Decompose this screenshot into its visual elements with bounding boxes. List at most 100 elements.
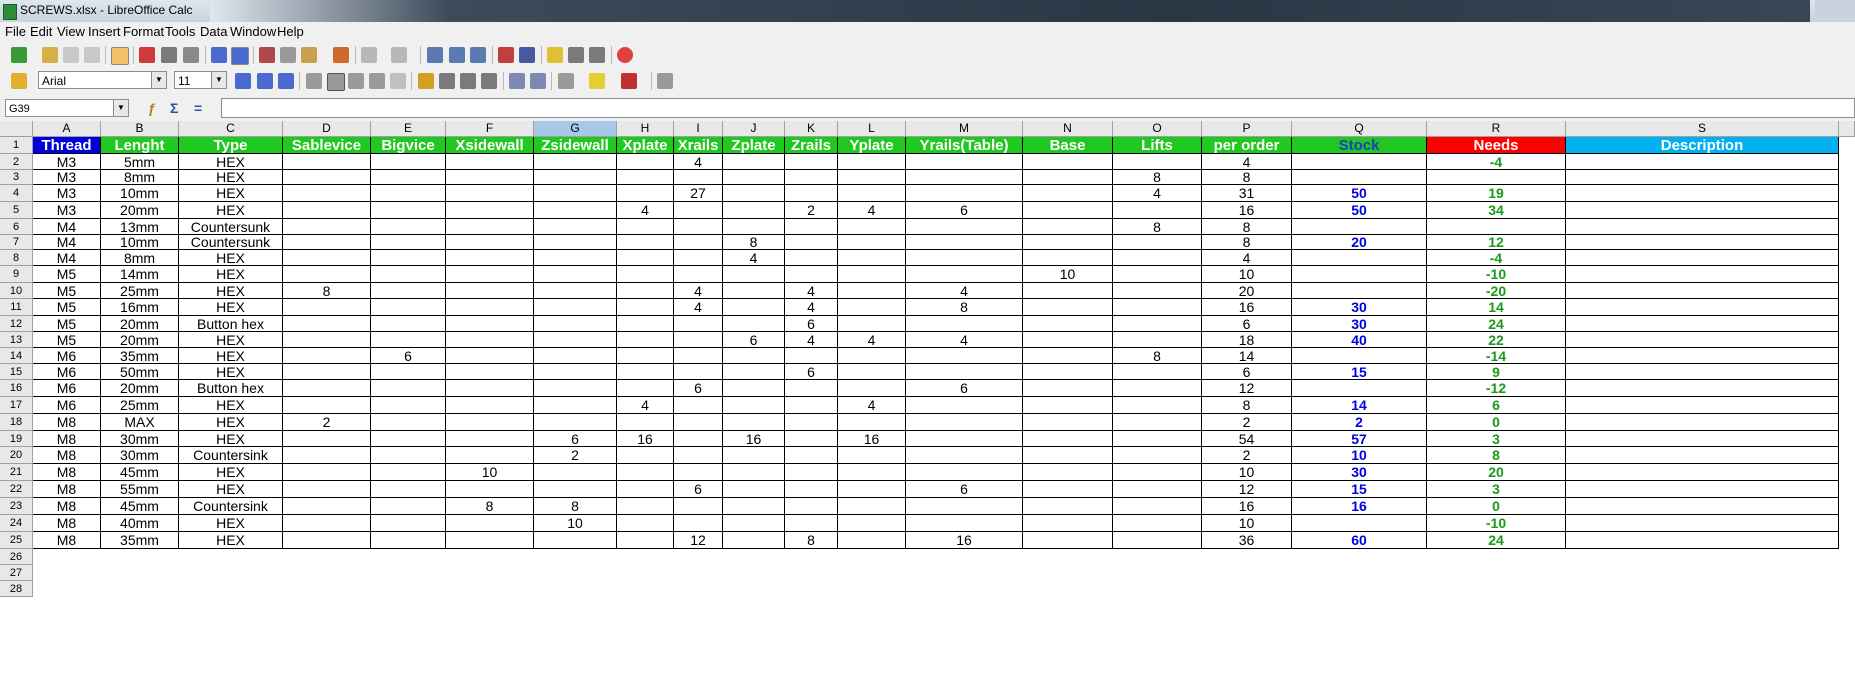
row-header-1[interactable]: 1 — [0, 137, 33, 154]
cell-j17[interactable] — [723, 397, 785, 414]
cell-c14[interactable]: HEX — [179, 348, 283, 364]
cell-i6[interactable] — [674, 219, 723, 235]
cell-b19[interactable]: 30mm — [101, 431, 179, 447]
cell-b7[interactable]: 10mm — [101, 235, 179, 250]
cell-s25[interactable] — [1566, 532, 1839, 549]
cell-g9[interactable] — [534, 266, 617, 283]
cell-g15[interactable] — [534, 364, 617, 380]
cell-s6[interactable] — [1566, 219, 1839, 235]
column-header-f[interactable]: F — [446, 121, 534, 137]
menu-file[interactable]: File — [5, 24, 26, 39]
cell-g18[interactable] — [534, 414, 617, 431]
window-controls[interactable] — [1815, 0, 1855, 22]
cell-q21[interactable]: 30 — [1292, 464, 1427, 481]
cell-n19[interactable] — [1023, 431, 1113, 447]
cell-n18[interactable] — [1023, 414, 1113, 431]
cell-r22[interactable]: 3 — [1427, 481, 1566, 498]
cell-l4[interactable] — [838, 185, 906, 202]
cell-m15[interactable] — [906, 364, 1023, 380]
cell-o5[interactable] — [1113, 202, 1202, 219]
cell-e23[interactable] — [371, 498, 446, 515]
cell-g7[interactable] — [534, 235, 617, 250]
cell-e22[interactable] — [371, 481, 446, 498]
cell-j5[interactable] — [723, 202, 785, 219]
cell-g23[interactable]: 8 — [534, 498, 617, 515]
row-header-26[interactable]: 26 — [0, 549, 33, 565]
cell-s14[interactable] — [1566, 348, 1839, 364]
cell-n22[interactable] — [1023, 481, 1113, 498]
cell-b18[interactable]: MAX — [101, 414, 179, 431]
cell-o19[interactable] — [1113, 431, 1202, 447]
cell-s8[interactable] — [1566, 250, 1839, 266]
cell-i24[interactable] — [674, 515, 723, 532]
cell-c4[interactable]: HEX — [179, 185, 283, 202]
cell-r19[interactable]: 3 — [1427, 431, 1566, 447]
cell-r3[interactable] — [1427, 170, 1566, 185]
cell-b17[interactable]: 25mm — [101, 397, 179, 414]
undo-icon[interactable] — [361, 47, 377, 63]
cell-g20[interactable]: 2 — [534, 447, 617, 464]
cell-m25[interactable]: 16 — [906, 532, 1023, 549]
cell-h22[interactable] — [617, 481, 674, 498]
cell-o3[interactable]: 8 — [1113, 170, 1202, 185]
cell-e18[interactable] — [371, 414, 446, 431]
cell-r10[interactable]: -20 — [1427, 283, 1566, 299]
cell-q10[interactable] — [1292, 283, 1427, 299]
autospellcheck-icon[interactable] — [231, 47, 249, 65]
cell-j12[interactable] — [723, 316, 785, 332]
cell-c22[interactable]: HEX — [179, 481, 283, 498]
cell-m14[interactable] — [906, 348, 1023, 364]
cell-q20[interactable]: 10 — [1292, 447, 1427, 464]
cell-j21[interactable] — [723, 464, 785, 481]
column-header-a[interactable]: A — [33, 121, 101, 137]
column-header-i[interactable]: I — [674, 121, 723, 137]
cell-h2[interactable] — [617, 154, 674, 170]
cell-k20[interactable] — [785, 447, 838, 464]
column-header-l[interactable]: L — [838, 121, 906, 137]
cell-h17[interactable]: 4 — [617, 397, 674, 414]
cell-l12[interactable] — [838, 316, 906, 332]
cell-a7[interactable]: M4 — [33, 235, 101, 250]
cell-s21[interactable] — [1566, 464, 1839, 481]
cell-r23[interactable]: 0 — [1427, 498, 1566, 515]
column-header-e[interactable]: E — [371, 121, 446, 137]
row-header-14[interactable]: 14 — [0, 348, 33, 364]
cell-b25[interactable]: 35mm — [101, 532, 179, 549]
cell-p19[interactable]: 54 — [1202, 431, 1292, 447]
cell-d7[interactable] — [283, 235, 371, 250]
cell-b3[interactable]: 8mm — [101, 170, 179, 185]
cell-f19[interactable] — [446, 431, 534, 447]
cell-q19[interactable]: 57 — [1292, 431, 1427, 447]
cell-c10[interactable]: HEX — [179, 283, 283, 299]
cell-h4[interactable] — [617, 185, 674, 202]
column-header-r[interactable]: R — [1427, 121, 1566, 137]
cell-i25[interactable]: 12 — [674, 532, 723, 549]
cell-h24[interactable] — [617, 515, 674, 532]
cell-m11[interactable]: 8 — [906, 299, 1023, 316]
cell-m6[interactable] — [906, 219, 1023, 235]
cell-a22[interactable]: M8 — [33, 481, 101, 498]
cell-o9[interactable] — [1113, 266, 1202, 283]
menu-tools[interactable]: Tools — [165, 24, 195, 39]
cell-g17[interactable] — [534, 397, 617, 414]
cell-r12[interactable]: 24 — [1427, 316, 1566, 332]
cell-p16[interactable]: 12 — [1202, 380, 1292, 397]
sum-icon[interactable]: Σ — [170, 100, 178, 116]
cell-c19[interactable]: HEX — [179, 431, 283, 447]
cell-j15[interactable] — [723, 364, 785, 380]
cell-h7[interactable] — [617, 235, 674, 250]
column-header-o[interactable]: O — [1113, 121, 1202, 137]
cell-g24[interactable]: 10 — [534, 515, 617, 532]
cell-c12[interactable]: Button hex — [179, 316, 283, 332]
cell-q17[interactable]: 14 — [1292, 397, 1427, 414]
cell-g5[interactable] — [534, 202, 617, 219]
font-color-icon[interactable] — [621, 73, 637, 89]
cell-k8[interactable] — [785, 250, 838, 266]
cell-r13[interactable]: 22 — [1427, 332, 1566, 348]
cell-f21[interactable]: 10 — [446, 464, 534, 481]
cell-h5[interactable]: 4 — [617, 202, 674, 219]
cell-j16[interactable] — [723, 380, 785, 397]
cell-j6[interactable] — [723, 219, 785, 235]
cell-g19[interactable]: 6 — [534, 431, 617, 447]
cell-f25[interactable] — [446, 532, 534, 549]
